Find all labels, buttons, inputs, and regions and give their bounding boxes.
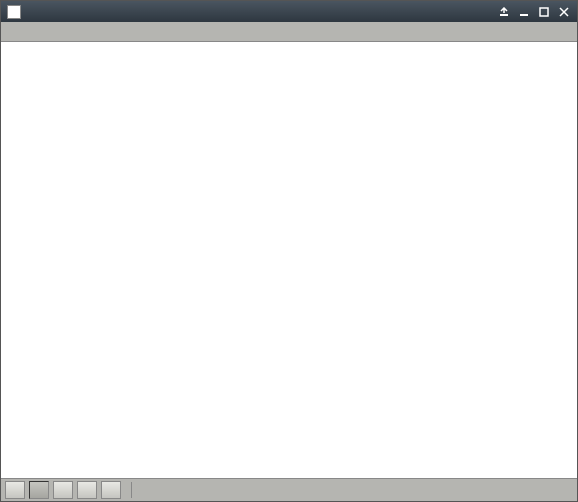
menubar <box>1 22 577 41</box>
restore-icon[interactable] <box>497 5 511 19</box>
maximize-icon[interactable] <box>537 5 551 19</box>
close-icon[interactable] <box>557 5 571 19</box>
titlebar[interactable] <box>1 1 577 22</box>
tool-grid[interactable] <box>29 481 49 499</box>
tool-rotate[interactable] <box>77 481 97 499</box>
window-controls <box>497 5 571 19</box>
statusbar <box>1 478 577 501</box>
surface-plot[interactable] <box>1 42 577 478</box>
plot-area[interactable] <box>1 42 577 478</box>
tool-pan[interactable] <box>53 481 73 499</box>
window-icon <box>7 5 21 19</box>
tool-autoscale[interactable] <box>5 481 25 499</box>
minimize-icon[interactable] <box>517 5 531 19</box>
tool-help[interactable] <box>101 481 121 499</box>
figure-window <box>0 0 578 502</box>
divider <box>131 482 132 498</box>
